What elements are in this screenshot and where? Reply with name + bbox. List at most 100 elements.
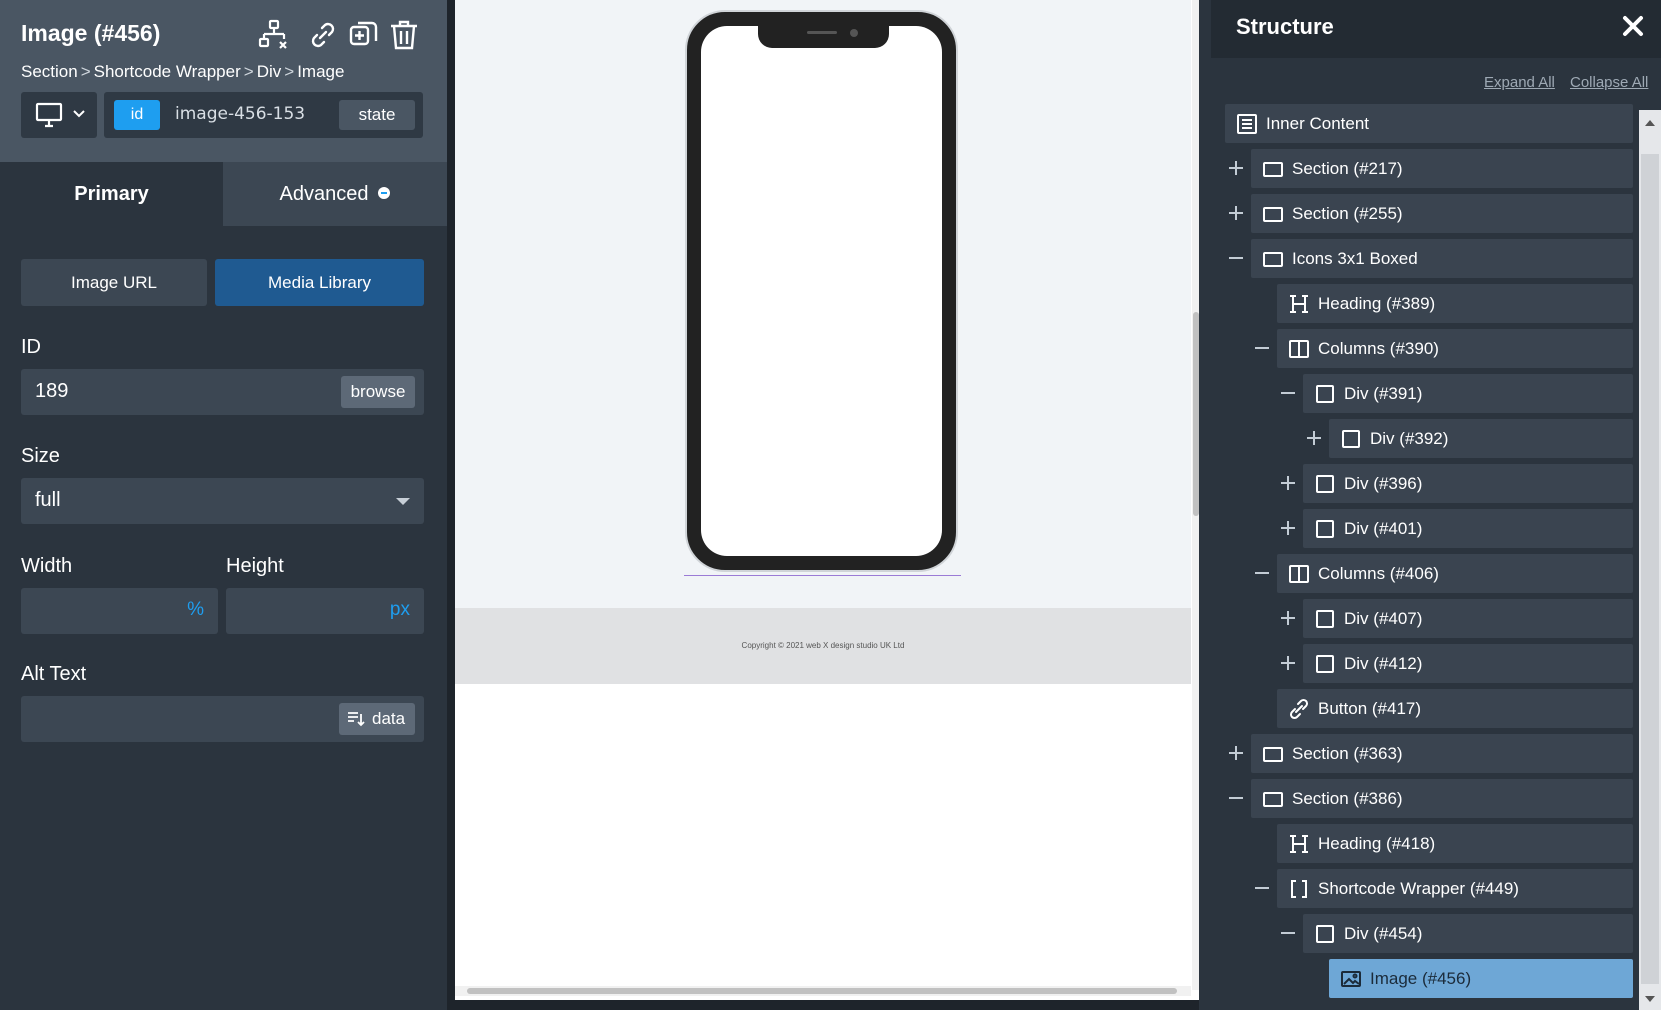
selector-bar: id image-456-153 state	[104, 92, 423, 138]
collapse-minus-icon[interactable]	[1253, 879, 1271, 897]
close-icon[interactable]	[1619, 12, 1647, 40]
tree-row-label: Shortcode Wrapper (#449)	[1318, 879, 1519, 898]
expand-plus-icon[interactable]	[1227, 159, 1245, 177]
tree-row[interactable]: Div (#391)	[1303, 374, 1633, 413]
tree-row-label: Heading (#418)	[1318, 834, 1436, 853]
builder-canvas[interactable]: Copyright © 2021 web X design studio UK …	[455, 0, 1200, 1000]
scrollbar-thumb[interactable]	[467, 988, 1177, 994]
breadcrumb: Section > Shortcode Wrapper > Div > Image	[21, 62, 344, 82]
expand-plus-icon[interactable]	[1279, 609, 1297, 627]
tree-row[interactable]: Div (#454)	[1303, 914, 1633, 953]
expand-plus-icon[interactable]	[1227, 744, 1245, 762]
width-unit[interactable]: %	[187, 599, 204, 621]
breadcrumb-item[interactable]: Section	[21, 62, 78, 81]
expand-plus-icon[interactable]	[1305, 429, 1323, 447]
tree-row[interactable]: Shortcode Wrapper (#449)	[1277, 869, 1633, 908]
tree-row[interactable]: Div (#392)	[1329, 419, 1633, 458]
width-input[interactable]: %	[21, 588, 218, 634]
expand-all-link[interactable]: Expand All	[1484, 74, 1555, 91]
panel-divider	[1199, 0, 1211, 1010]
breadcrumb-item[interactable]: Shortcode Wrapper	[94, 62, 241, 81]
size-label: Size	[21, 445, 60, 467]
page-preview	[455, 0, 1191, 608]
media-library-button[interactable]: Media Library	[215, 259, 424, 306]
image-url-button[interactable]: Image URL	[21, 259, 207, 306]
expand-plus-icon[interactable]	[1279, 519, 1297, 537]
collapse-minus-icon[interactable]	[1279, 384, 1297, 402]
caret-down-icon	[396, 498, 410, 505]
tree-row[interactable]: Columns (#406)	[1277, 554, 1633, 593]
structure-tree-icon[interactable]	[257, 18, 291, 52]
size-select[interactable]: full	[21, 478, 424, 524]
columns-icon	[1288, 563, 1310, 585]
tree-row[interactable]: Div (#396)	[1303, 464, 1633, 503]
tree-row-label: Div (#396)	[1344, 474, 1423, 493]
height-input[interactable]: px	[226, 588, 424, 634]
dynamic-data-button[interactable]: data	[339, 703, 415, 735]
div-icon	[1314, 473, 1336, 495]
breadcrumb-separator: >	[80, 62, 91, 81]
tree-row[interactable]: Button (#417)	[1277, 689, 1633, 728]
data-button-label: data	[372, 709, 406, 728]
collapse-all-link[interactable]: Collapse All	[1570, 74, 1648, 91]
id-badge[interactable]: id	[114, 100, 160, 130]
image-id-input[interactable]: 189 browse	[21, 369, 424, 415]
section-icon	[1262, 203, 1284, 225]
canvas-horizontal-scrollbar[interactable]	[455, 986, 1191, 996]
collapse-minus-icon[interactable]	[1227, 249, 1245, 267]
height-unit[interactable]: px	[390, 599, 410, 621]
properties-header: Image (#456) Section > Shortcode Wrapper > D…	[0, 0, 447, 162]
structure-header: Structure	[1211, 0, 1661, 58]
collapse-minus-icon[interactable]	[1253, 564, 1271, 582]
duplicate-icon[interactable]	[347, 18, 381, 52]
tree-row[interactable]: Div (#412)	[1303, 644, 1633, 683]
breadcrumb-separator: >	[284, 62, 295, 81]
link-icon[interactable]	[306, 18, 340, 52]
tab-advanced[interactable]: Advanced	[223, 162, 447, 226]
tree-row[interactable]: Heading (#389)	[1277, 284, 1633, 323]
phone-mockup-image[interactable]	[685, 10, 958, 572]
tree-row-label: Div (#392)	[1370, 429, 1449, 448]
selection-outline	[684, 575, 961, 576]
tree-row[interactable]: Section (#217)	[1251, 149, 1633, 188]
collapse-minus-icon[interactable]	[1253, 339, 1271, 357]
scroll-down-arrow-icon[interactable]	[1645, 996, 1655, 1002]
link-icon	[1288, 698, 1310, 720]
expand-plus-icon[interactable]	[1227, 204, 1245, 222]
tree-row[interactable]: Div (#407)	[1303, 599, 1633, 638]
tree-row[interactable]: Inner Content	[1225, 104, 1633, 143]
element-title: Image (#456)	[21, 20, 161, 46]
tree-row[interactable]: Section (#386)	[1251, 779, 1633, 818]
tree-row[interactable]: Image (#456)	[1329, 959, 1633, 998]
browse-button[interactable]: browse	[341, 376, 415, 408]
tree-row[interactable]: Section (#255)	[1251, 194, 1633, 233]
tree-row[interactable]: Columns (#390)	[1277, 329, 1633, 368]
copyright-text: Copyright © 2021 web X design studio UK …	[741, 641, 905, 650]
div-icon	[1314, 923, 1336, 945]
alt-text-label: Alt Text	[21, 663, 87, 685]
expand-plus-icon[interactable]	[1279, 474, 1297, 492]
scroll-up-arrow-icon[interactable]	[1645, 120, 1655, 126]
tree-row[interactable]: Heading (#418)	[1277, 824, 1633, 863]
device-selector[interactable]	[21, 92, 97, 138]
tree-row[interactable]: Icons 3x1 Boxed	[1251, 239, 1633, 278]
collapse-minus-icon[interactable]	[1279, 924, 1297, 942]
breadcrumb-item[interactable]: Div	[257, 62, 282, 81]
scrollbar-thumb[interactable]	[1641, 154, 1659, 984]
monitor-icon	[35, 102, 63, 128]
tab-primary[interactable]: Primary	[0, 162, 223, 226]
trash-icon[interactable]	[387, 18, 421, 52]
tree-row[interactable]: Section (#363)	[1251, 734, 1633, 773]
tree-row-label: Div (#412)	[1344, 654, 1423, 673]
image-id-value: 189	[35, 380, 69, 402]
structure-scrollbar[interactable]	[1639, 110, 1661, 1010]
data-list-icon	[348, 712, 365, 727]
element-id-value[interactable]: image-456-153	[175, 104, 305, 124]
expand-plus-icon[interactable]	[1279, 654, 1297, 672]
document-icon	[1236, 113, 1258, 135]
state-button[interactable]: state	[339, 100, 415, 130]
div-icon	[1340, 428, 1362, 450]
collapse-minus-icon[interactable]	[1227, 789, 1245, 807]
tree-row[interactable]: Div (#401)	[1303, 509, 1633, 548]
alt-text-input[interactable]: data	[21, 696, 424, 742]
